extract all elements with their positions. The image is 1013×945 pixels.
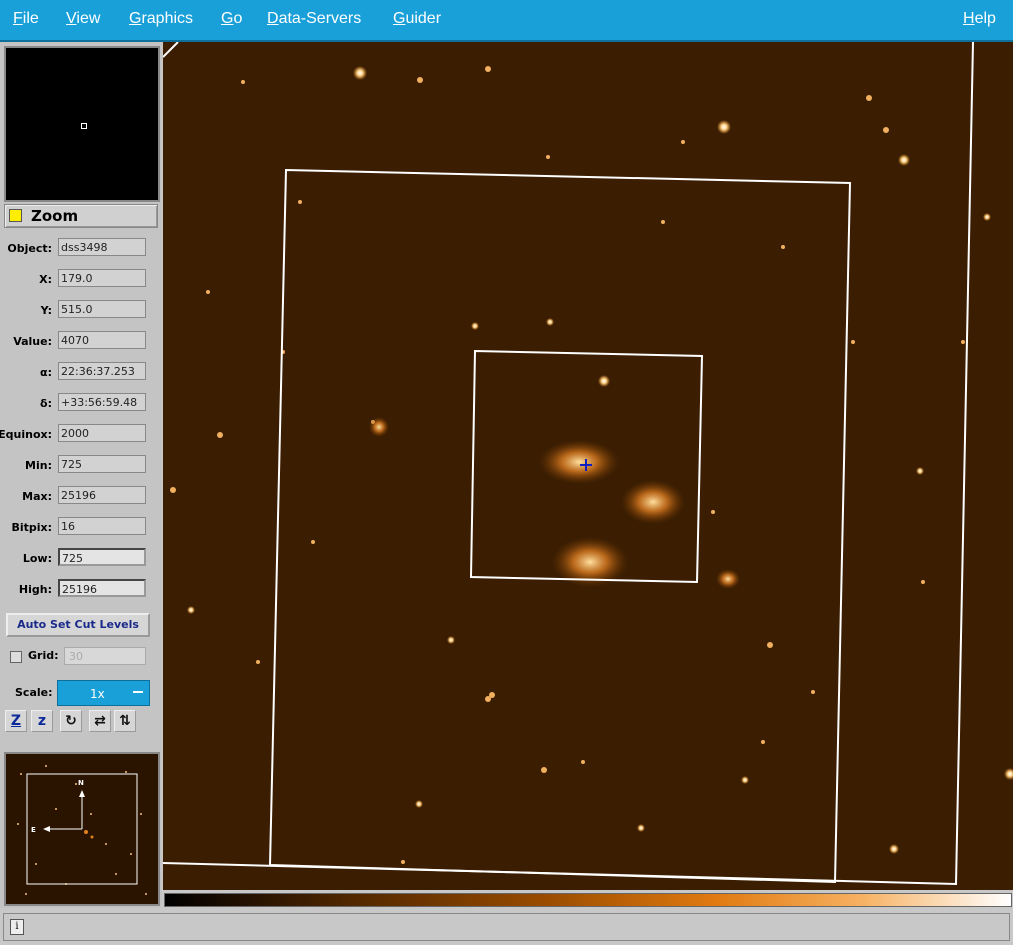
grid-checkbox[interactable] xyxy=(10,651,22,663)
max-value: 25196 xyxy=(58,486,146,504)
flip-horizontal-icon: ⇄ xyxy=(94,713,106,729)
equinox-label: Equinox: xyxy=(0,428,52,441)
min-label: Min: xyxy=(25,459,52,472)
y-label: Y: xyxy=(40,304,52,317)
zoom-cursor-marker xyxy=(81,123,87,129)
menu-file[interactable]: File xyxy=(13,10,39,28)
colorbar[interactable] xyxy=(164,893,1012,907)
zoom-out-icon: z xyxy=(37,713,47,729)
info-row-low: Low: 725 xyxy=(0,548,162,570)
x-value: 179.0 xyxy=(58,269,146,287)
dropdown-caret-icon xyxy=(133,691,143,697)
max-label: Max: xyxy=(22,490,52,503)
zoom-window xyxy=(4,46,160,202)
zoom-in-button[interactable]: Z xyxy=(5,710,27,732)
info-row-high: High: 25196 xyxy=(0,579,162,601)
bitpix-label: Bitpix: xyxy=(11,521,52,534)
pixel-value-label: Value: xyxy=(13,335,52,348)
pixel-value: 4070 xyxy=(58,331,146,349)
sky-image xyxy=(163,42,1013,890)
scale-value: 1x xyxy=(90,687,105,701)
scale-select[interactable]: 1x xyxy=(57,680,150,706)
zoom-label: Zoom xyxy=(31,207,79,225)
zoom-checkbox[interactable] xyxy=(9,209,22,222)
scale-label: Scale: xyxy=(15,686,53,699)
zoom-in-icon: Z xyxy=(10,713,22,729)
bitpix-value: 16 xyxy=(58,517,146,535)
menu-graphics[interactable]: Graphics xyxy=(129,10,193,28)
menu-data-servers[interactable]: Data-Servers xyxy=(267,10,361,28)
grid-size-input[interactable]: 30 xyxy=(64,647,146,665)
info-row-alpha: α: 22:36:37.253 xyxy=(0,362,162,384)
pan-thumbnail: N E xyxy=(6,754,158,904)
info-row-min: Min: 725 xyxy=(0,455,162,477)
high-cut-input[interactable]: 25196 xyxy=(58,579,146,597)
grid-label: Grid: xyxy=(28,649,59,662)
status-bar: i xyxy=(3,913,1010,941)
info-row-y: Y: 515.0 xyxy=(0,300,162,322)
alpha-value: 22:36:37.253 xyxy=(58,362,146,380)
equinox-value: 2000 xyxy=(58,424,146,442)
object-label: Object: xyxy=(7,242,52,255)
east-label: E xyxy=(31,826,36,834)
high-label: High: xyxy=(18,583,52,596)
info-row-object: Object: dss3498 xyxy=(0,238,162,260)
object-value: dss3498 xyxy=(58,238,146,256)
min-value: 725 xyxy=(58,455,146,473)
y-value: 515.0 xyxy=(58,300,146,318)
zoom-toggle[interactable]: Zoom xyxy=(4,204,158,228)
flip-x-button[interactable]: ⇄ xyxy=(89,710,111,732)
info-row-delta: δ: +33:56:59.48 xyxy=(0,393,162,415)
low-label: Low: xyxy=(22,552,52,565)
flip-vertical-icon: ⇅ xyxy=(119,713,131,729)
x-label: X: xyxy=(39,273,52,286)
info-row-bitpix: Bitpix: 16 xyxy=(0,517,162,539)
rotate-button[interactable]: ↻ xyxy=(60,710,82,732)
auto-set-cut-levels-button[interactable]: Auto Set Cut Levels xyxy=(6,613,150,637)
alpha-label: α: xyxy=(40,366,52,379)
info-icon: i xyxy=(10,919,24,935)
menu-go[interactable]: Go xyxy=(221,10,242,28)
info-row-x: X: 179.0 xyxy=(0,269,162,291)
low-cut-input[interactable]: 725 xyxy=(58,548,146,566)
info-row-max: Max: 25196 xyxy=(0,486,162,508)
pan-window[interactable]: N E xyxy=(4,752,160,906)
zoom-out-button[interactable]: z xyxy=(31,710,53,732)
delta-value: +33:56:59.48 xyxy=(58,393,146,411)
menu-guider[interactable]: Guider xyxy=(393,10,441,28)
north-label: N xyxy=(78,779,84,787)
info-row-value: Value: 4070 xyxy=(0,331,162,353)
delta-label: δ: xyxy=(40,397,52,410)
menu-view[interactable]: View xyxy=(66,10,100,28)
image-display[interactable] xyxy=(163,42,1013,890)
rotate-icon: ↻ xyxy=(65,713,77,729)
flip-y-button[interactable]: ⇅ xyxy=(114,710,136,732)
info-row-equinox: Equinox: 2000 xyxy=(0,424,162,446)
menu-help[interactable]: Help xyxy=(963,10,996,28)
control-panel: Zoom Object: dss3498 X: 179.0 Y: 515.0 V… xyxy=(0,42,162,908)
menubar: File View Graphics Go Data-Servers Guide… xyxy=(0,0,1013,42)
